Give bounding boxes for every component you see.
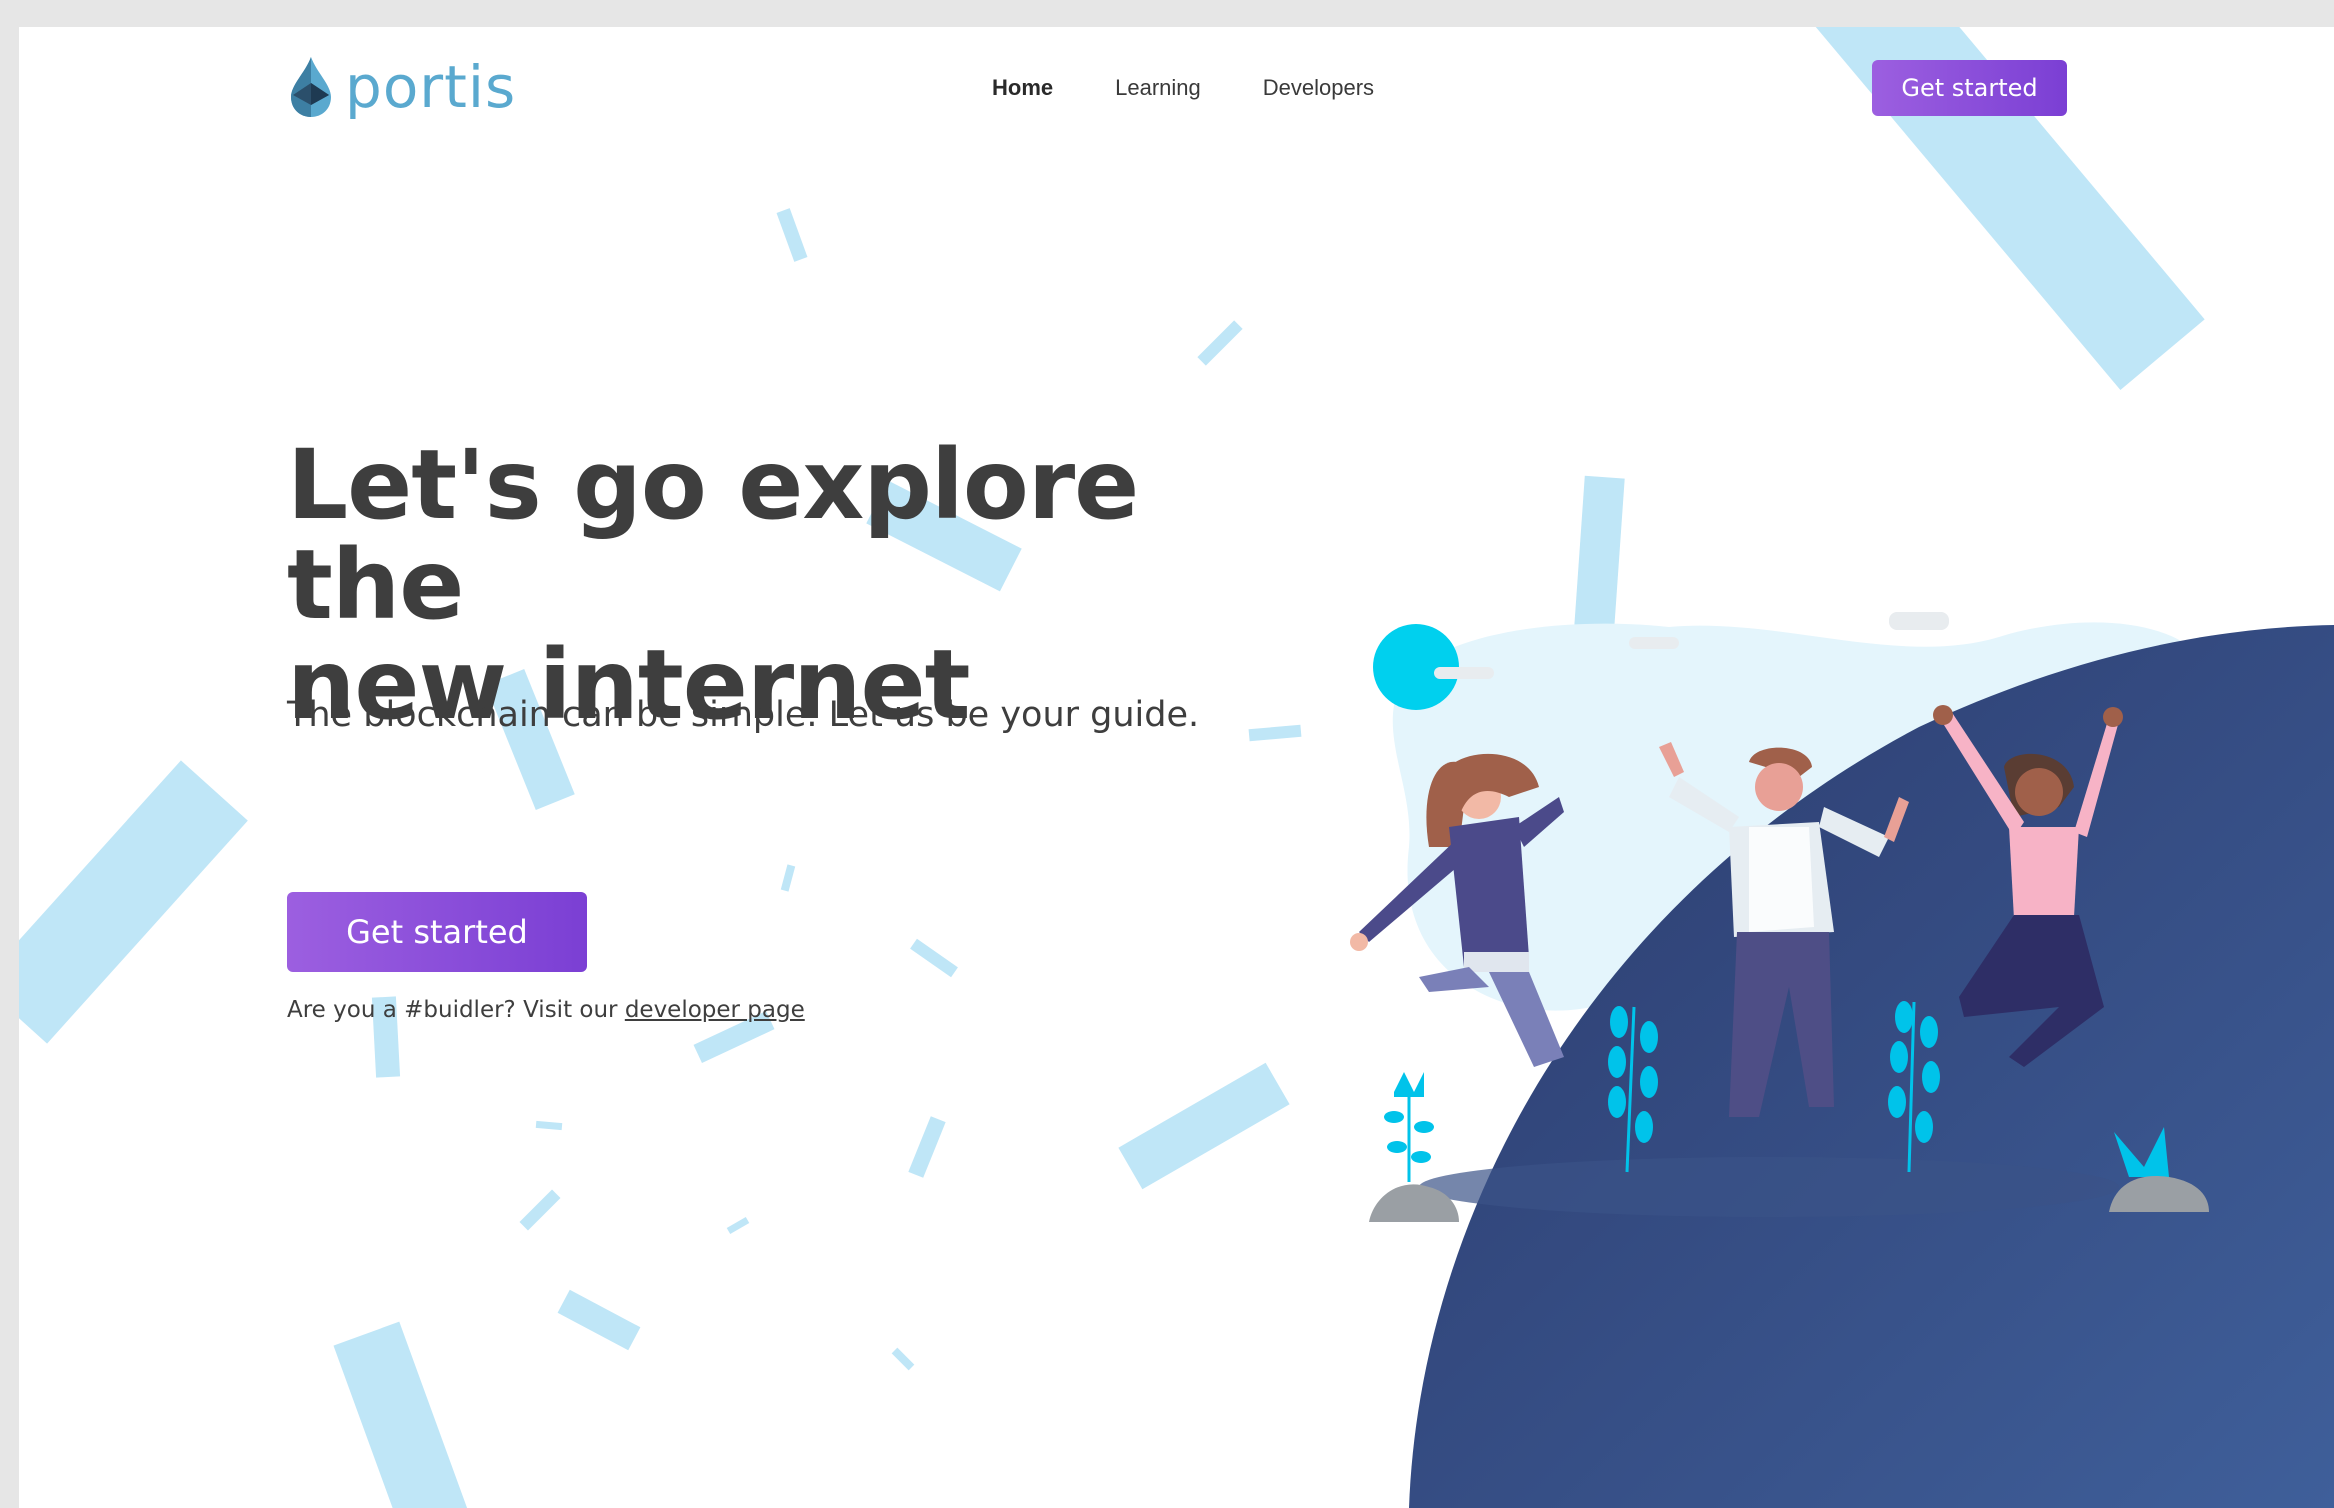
nav-learning[interactable]: Learning <box>1115 75 1201 101</box>
confetti-shape <box>1197 320 1243 366</box>
portis-drop-icon <box>291 57 331 117</box>
nav-home[interactable]: Home <box>992 75 1053 101</box>
confetti-shape <box>908 1116 946 1178</box>
person-left <box>1350 753 1564 1067</box>
main-nav: Home Learning Developers <box>992 75 1374 101</box>
hero-title-line: Let's go explore the <box>287 429 1139 641</box>
person-middle <box>1659 742 1909 1117</box>
logo[interactable]: portis <box>287 55 516 119</box>
cloud-blob <box>1392 622 2220 1011</box>
cloud-small <box>1889 612 1949 630</box>
confetti-shape <box>519 1189 561 1231</box>
hero-subtitle: The blockchain can be simple. Let us be … <box>287 695 1200 735</box>
confetti-shape <box>535 1120 563 1131</box>
confetti-shape <box>780 864 796 892</box>
confetti-shape <box>333 1321 475 1508</box>
sun-circle <box>1373 624 1459 710</box>
plant-left <box>1384 1072 1434 1182</box>
planet-shape <box>1409 625 2334 1508</box>
developer-prompt: Are you a #buidler? Visit our developer … <box>287 997 805 1023</box>
confetti-shape <box>776 208 808 262</box>
hero-title: Let's go explore the new internet <box>287 435 1287 735</box>
hero-get-started-button[interactable]: Get started <box>287 892 587 972</box>
nav-developers[interactable]: Developers <box>1263 75 1374 101</box>
person-right <box>1933 705 2123 1067</box>
confetti-shape <box>910 938 958 978</box>
developer-page-link[interactable]: developer page <box>625 997 805 1023</box>
hero-illustration <box>1350 612 2334 1508</box>
logo-text: portis <box>345 53 517 121</box>
confetti-shape <box>557 1289 641 1351</box>
developer-prompt-text: Are you a #buidler? Visit our <box>287 997 625 1023</box>
confetti-shape <box>1573 475 1625 644</box>
plant-middle <box>1608 1006 1658 1173</box>
confetti-shape <box>1118 1062 1290 1190</box>
landing-page: portis Home Learning Developers Get star… <box>19 27 2334 1508</box>
planet-shadow <box>1419 1157 2119 1217</box>
confetti-shape <box>19 760 248 1044</box>
cloud-small <box>1629 637 1679 649</box>
rock-left <box>1369 1184 1459 1222</box>
cloud-small <box>1434 667 1494 679</box>
nav-get-started-button[interactable]: Get started <box>1872 60 2067 116</box>
plant-right <box>1888 1001 1940 1173</box>
confetti-shape <box>726 1216 750 1235</box>
confetti-shape <box>891 1347 915 1371</box>
plant-rock-right <box>2109 1127 2209 1212</box>
